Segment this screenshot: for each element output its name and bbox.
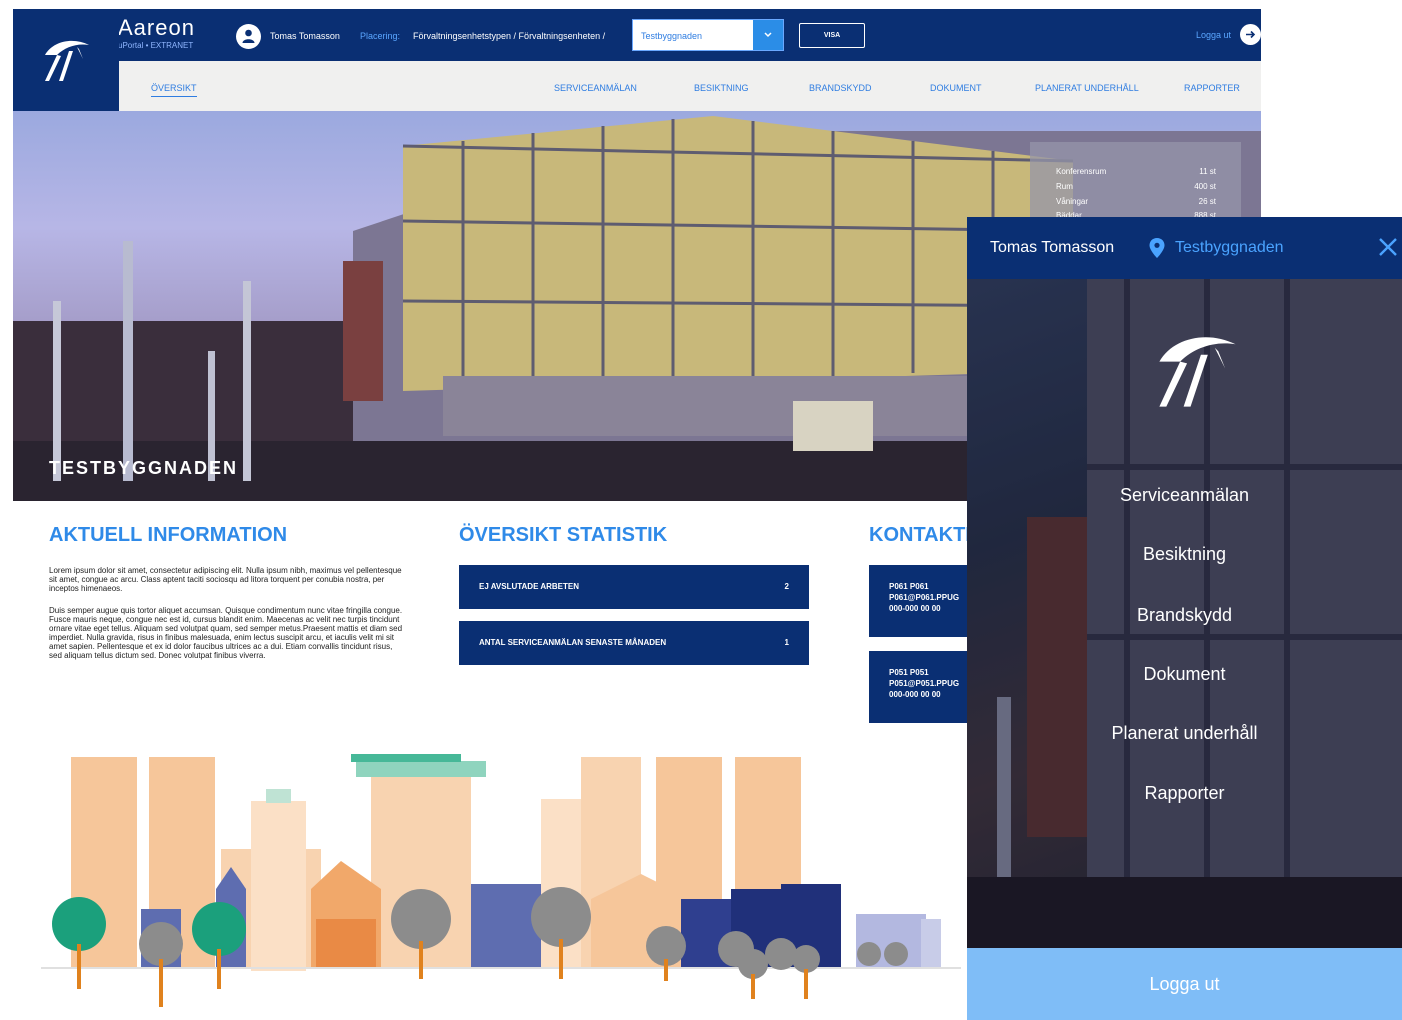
contact-email[interactable]: P051@P051.PPUG xyxy=(889,679,959,688)
nav-item-besiktning[interactable]: BESIKTNING xyxy=(694,83,749,93)
arrow-right-icon[interactable] xyxy=(1240,24,1261,45)
logo-block[interactable] xyxy=(13,9,119,111)
contact-name: P051 P051 xyxy=(889,668,929,677)
visa-button[interactable]: VISA xyxy=(799,23,865,48)
location-pin-icon xyxy=(1149,238,1165,258)
stat-bar-value: 2 xyxy=(784,582,789,591)
stat-value: 11 st xyxy=(1199,167,1216,176)
stat-bar-value: 1 xyxy=(784,638,789,647)
info-title: AKTUELL INFORMATION xyxy=(49,524,288,546)
nav-item-serviceanmalan[interactable]: SERVICEANMÄLAN xyxy=(554,83,637,93)
aareon-logo-icon xyxy=(45,40,89,81)
building-select-value: Testbyggnaden xyxy=(641,31,703,41)
brand-name: Aareon xyxy=(118,15,195,40)
stat-label: Rum xyxy=(1056,182,1073,191)
building-select[interactable]: Testbyggnaden xyxy=(632,19,784,51)
logout-link[interactable]: Logga ut xyxy=(1196,30,1231,40)
nav-item-dokument[interactable]: DOKUMENT xyxy=(930,83,982,93)
top-bar: Aareon uPortal • EXTRANET Tomas Tomasson… xyxy=(13,9,1261,61)
nav-item-planerat-underhall[interactable]: PLANERAT UNDERHÅLL xyxy=(1035,83,1139,93)
brand-subtitle: uPortal • EXTRANET xyxy=(118,41,194,50)
statistik-title: ÖVERSIKT STATISTIK xyxy=(459,524,668,546)
stat-label: Konferensrum xyxy=(1056,167,1107,176)
mobile-user-name[interactable]: Tomas Tomasson xyxy=(990,239,1114,257)
mobile-header: Tomas Tomasson Testbyggnaden xyxy=(967,217,1402,279)
user-name[interactable]: Tomas Tomasson xyxy=(270,31,340,41)
close-icon[interactable] xyxy=(1378,237,1398,257)
mobile-menu-item-rapporter[interactable]: Rapporter xyxy=(967,783,1402,804)
stage: Aareon uPortal • EXTRANET Tomas Tomasson… xyxy=(0,0,1402,1020)
info-paragraph: Duis semper augue quis tortor aliquet ac… xyxy=(49,606,403,660)
stat-value: 400 st xyxy=(1194,182,1216,191)
mobile-location[interactable]: Testbyggnaden xyxy=(1175,239,1284,257)
stat-bar-label: ANTAL SERVICEANMÄLAN SENASTE MÅNADEN xyxy=(479,638,667,647)
stat-row: Konferensrum 11 st xyxy=(1056,167,1216,176)
contact-phone: 000-000 00 00 xyxy=(889,690,941,699)
mobile-menu-item-dokument[interactable]: Dokument xyxy=(967,664,1402,685)
stat-bar[interactable]: EJ AVSLUTADE ARBETEN 2 xyxy=(459,565,809,609)
main-nav: ÖVERSIKT SERVICEANMÄLAN BESIKTNING BRAND… xyxy=(119,61,1261,111)
contact-phone: 000-000 00 00 xyxy=(889,604,941,613)
nav-item-oversikt[interactable]: ÖVERSIKT xyxy=(151,83,197,97)
mobile-menu-item-serviceanmalan[interactable]: Serviceanmälan xyxy=(967,485,1402,506)
chevron-down-icon[interactable] xyxy=(753,20,783,50)
brand: Aareon uPortal • EXTRANET xyxy=(118,15,195,51)
nav-item-brandskydd[interactable]: BRANDSKYDD xyxy=(809,83,872,93)
stat-bar-label: EJ AVSLUTADE ARBETEN xyxy=(479,582,580,591)
contact-name: P061 P061 xyxy=(889,582,929,591)
stat-row: Rum 400 st xyxy=(1056,182,1216,191)
stat-bar[interactable]: ANTAL SERVICEANMÄLAN SENASTE MÅNADEN 1 xyxy=(459,621,809,665)
stat-row: Våningar 26 st xyxy=(1056,197,1216,206)
mobile-menu-item-brandskydd[interactable]: Brandskydd xyxy=(967,605,1402,626)
building-title: TESTBYGGNADEN xyxy=(49,458,239,478)
nav-item-rapporter[interactable]: RAPPORTER xyxy=(1184,83,1240,93)
stat-label: Våningar xyxy=(1056,197,1089,206)
info-paragraph: Lorem ipsum dolor sit amet, consectetur … xyxy=(49,566,402,593)
aareon-logo-icon xyxy=(1159,337,1236,407)
contact-email[interactable]: P061@P061.PPUG xyxy=(889,593,959,602)
mobile-menu-item-besiktning[interactable]: Besiktning xyxy=(967,544,1402,565)
mobile-menu-item-planerat-underhall[interactable]: Planerat underhåll xyxy=(967,723,1402,744)
placering-label: Placering: xyxy=(360,31,401,41)
city-illustration xyxy=(41,754,961,1007)
user-avatar-icon[interactable] xyxy=(236,24,261,49)
placering-breadcrumb[interactable]: Förvaltningsenhetstypen / Förvaltningsen… xyxy=(413,31,605,41)
stat-value: 26 st xyxy=(1198,197,1216,206)
mobile-logout-button[interactable]: Logga ut xyxy=(967,948,1402,1020)
mobile-menu: Tomas Tomasson Testbyggnaden Serviceanmä… xyxy=(967,217,1402,1020)
